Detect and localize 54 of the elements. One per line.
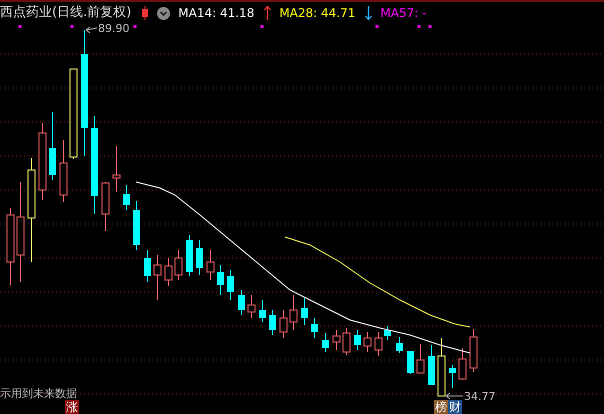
dropdown-icon[interactable] — [157, 6, 170, 20]
candlestick — [332, 330, 340, 350]
price-label: 34.77 — [464, 390, 496, 403]
candlestick — [164, 258, 172, 286]
candlestick — [217, 264, 224, 296]
candlestick — [322, 332, 329, 352]
candlestick — [311, 318, 318, 338]
candlestick — [112, 146, 120, 192]
candlestick — [449, 364, 456, 388]
leader-line — [446, 392, 464, 400]
candlestick — [407, 350, 414, 374]
candlestick — [269, 310, 276, 336]
candlestick — [374, 332, 382, 356]
candlestick — [438, 338, 446, 396]
chart-title: 西点药业(日线.前复权) — [0, 4, 132, 22]
candlestick — [186, 234, 193, 276]
candlestick — [301, 298, 308, 326]
candlestick — [102, 182, 110, 232]
candlestick — [154, 254, 162, 300]
tag-label: 涨 — [65, 400, 79, 414]
candlestick — [206, 250, 214, 280]
candlestick — [60, 140, 68, 202]
down-arrow-icon — [365, 6, 372, 20]
tag-label: 榜 — [434, 400, 448, 414]
tag-label: 财 — [448, 400, 462, 414]
candlestick — [196, 240, 203, 276]
candlestick — [416, 344, 424, 374]
notice-text: 示用到未来数据 — [0, 386, 77, 401]
candlestick — [133, 200, 140, 250]
indicator-label: MA57: - — [380, 5, 426, 22]
candlestick — [428, 344, 435, 386]
candle-icon[interactable] — [141, 6, 150, 20]
candlestick — [364, 332, 372, 352]
candlestick — [280, 310, 288, 338]
candlestick — [470, 328, 478, 372]
candlestick — [396, 336, 403, 354]
indicator-label: MA28: 44.71 — [279, 5, 356, 22]
leader-line — [86, 26, 98, 34]
candlestick — [248, 294, 256, 318]
candlestick — [238, 290, 245, 316]
candlestick — [290, 294, 298, 330]
candlestick — [227, 270, 234, 300]
candlestick — [354, 330, 361, 350]
candlestick — [144, 250, 151, 282]
up-arrow-icon — [264, 6, 272, 20]
candlestick — [384, 326, 391, 340]
price-label: 89.90 — [98, 24, 130, 35]
candlestick — [458, 348, 466, 380]
candlestick — [49, 112, 56, 180]
candlestick — [174, 250, 182, 280]
indicator-label: MA14: 41.18 — [178, 5, 254, 22]
candlestick — [342, 328, 350, 356]
candlestick — [123, 184, 130, 210]
candlestick — [259, 300, 266, 322]
